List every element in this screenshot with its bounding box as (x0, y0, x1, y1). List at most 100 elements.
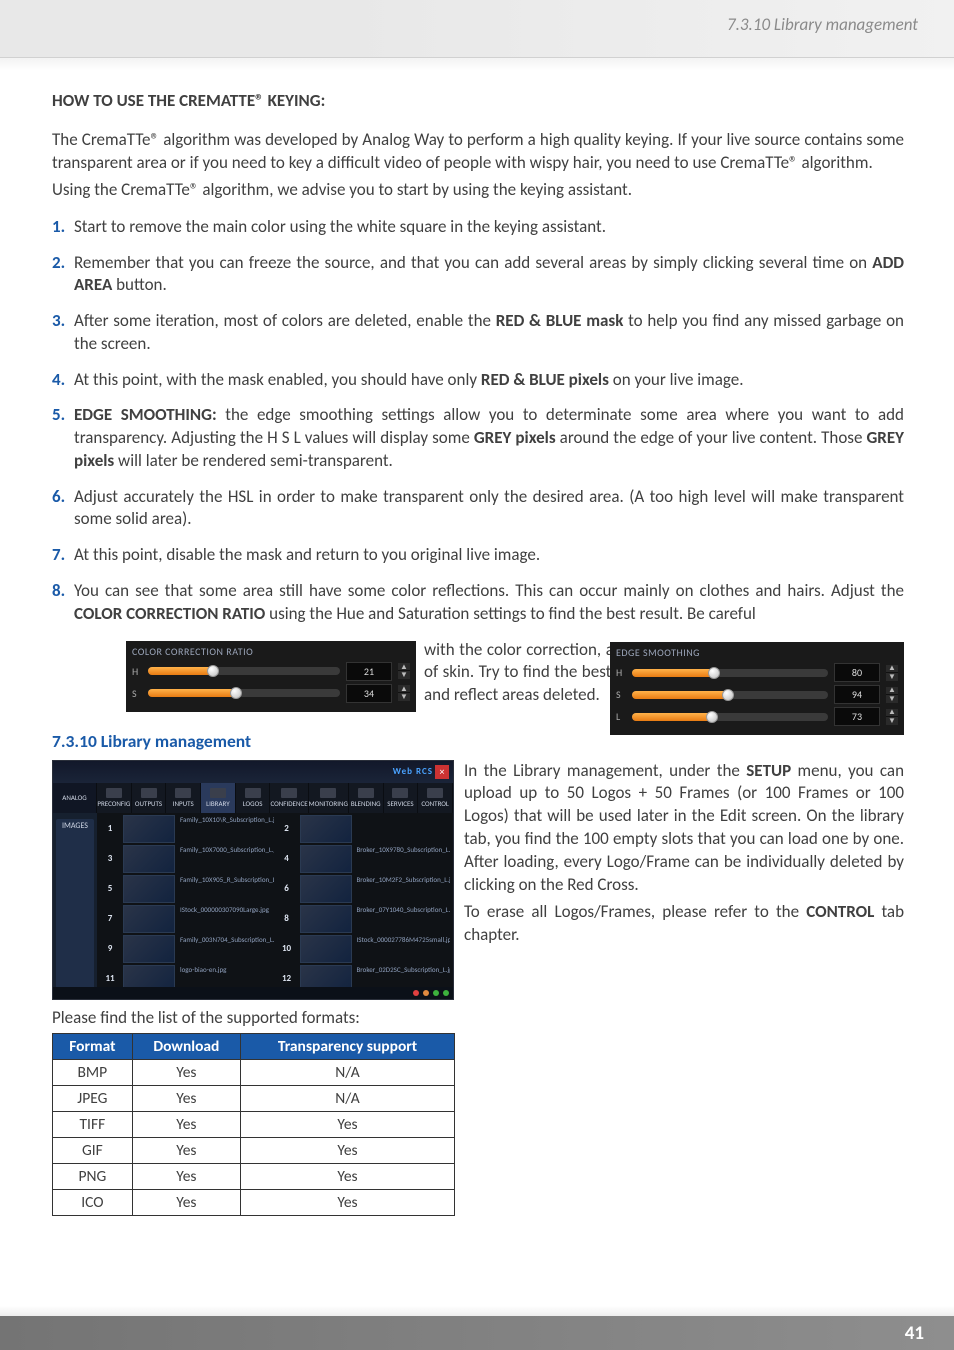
slider-track[interactable] (632, 669, 828, 677)
thumbnail-meta: Family_10X7000_Subscription_L.jpg (178, 845, 274, 873)
thumbnail[interactable] (300, 965, 352, 987)
table-cell: Yes (132, 1138, 240, 1164)
thumbnail[interactable] (123, 965, 175, 987)
slider-value[interactable]: 80 (834, 663, 880, 682)
slider-value[interactable]: 21 (346, 662, 392, 681)
stepper: ▲ ▼ (398, 663, 410, 679)
slider-row-l: L 73 ▲ ▼ (616, 707, 898, 726)
slot-number: 2 (277, 815, 297, 843)
page-number: 41 (905, 1322, 924, 1345)
stepper-down-icon[interactable]: ▼ (886, 717, 898, 725)
step-2: 2. Remember that you can freeze the sour… (52, 252, 904, 298)
text-part: In the Library management, under the (464, 760, 746, 781)
step-5: 5. EDGE SMOOTHING: the edge smoothing se… (52, 404, 904, 472)
app-tab[interactable]: LIBRARY (201, 783, 236, 813)
thumbnail[interactable] (123, 905, 175, 933)
table-cell: GIF (53, 1138, 133, 1164)
status-led-icon (443, 990, 449, 996)
step-7: 7. At this point, disable the mask and r… (52, 544, 904, 567)
thumbnail[interactable] (300, 875, 352, 903)
formats-table: Format Download Transparency support BMP… (52, 1033, 455, 1216)
slider-fill (148, 689, 236, 697)
thumbnail[interactable] (300, 935, 352, 963)
app-tab[interactable]: OUTPUTS (132, 783, 167, 813)
slider-track[interactable] (632, 713, 828, 721)
stepper: ▲ ▼ (398, 685, 410, 701)
tab-label: PRECONFIG (97, 799, 130, 808)
stepper-down-icon[interactable]: ▼ (398, 671, 410, 679)
tab-label: SERVICES (387, 799, 413, 808)
app-tab[interactable]: MONITORING (309, 783, 349, 813)
step-bold: COLOR CORRECTION RATIO (74, 603, 265, 624)
slider-thumb[interactable] (706, 711, 718, 723)
tab-icon (141, 788, 157, 798)
step-bold: GREY pixels (474, 427, 556, 448)
slider-value[interactable]: 34 (346, 684, 392, 703)
step-text-part: button. (112, 274, 167, 295)
slider-track[interactable] (148, 689, 340, 697)
app-tab[interactable]: BLENDING (349, 783, 384, 813)
app-tab[interactable]: CONTROL (418, 783, 453, 813)
step-bold: EDGE SMOOTHING: (74, 404, 217, 425)
step-text: Adjust accurately the HSL in order to ma… (74, 486, 904, 532)
step-number: 6. (52, 486, 74, 532)
tab-icon (106, 788, 122, 798)
slot-number: 10 (277, 935, 297, 963)
stepper-down-icon[interactable]: ▼ (886, 673, 898, 681)
slider-value[interactable]: 73 (834, 707, 880, 726)
slider-thumb[interactable] (230, 687, 242, 699)
slider-fill (148, 667, 213, 675)
slot-number: 3 (100, 845, 120, 873)
thumbnail-meta: IStock_000027786M4725small.jpg (355, 935, 451, 963)
table-row: TIFFYesYes (53, 1112, 455, 1138)
close-icon[interactable]: × (435, 765, 449, 779)
slider-thumb[interactable] (207, 665, 219, 677)
color-correction-ratio-panel: COLOR CORRECTION RATIO H 21 ▲ ▼ S (126, 641, 416, 712)
thumbnail[interactable] (300, 905, 352, 933)
thumbnail[interactable] (123, 935, 175, 963)
slider-thumb[interactable] (722, 689, 734, 701)
slider-track[interactable] (148, 667, 340, 675)
tab-icon (245, 788, 261, 798)
step-text-part: around the edge of your live content. Th… (556, 427, 867, 448)
app-tab[interactable]: CONFIDENCE (270, 783, 308, 813)
step-6: 6. Adjust accurately the HSL in order to… (52, 486, 904, 532)
tab-icon (392, 788, 408, 798)
tab-label: MONITORING (309, 799, 348, 808)
slider-value[interactable]: 94 (834, 685, 880, 704)
table-cell: Yes (132, 1060, 240, 1086)
app-tab[interactable]: PRECONFIG (97, 783, 132, 813)
table-cell: PNG (53, 1164, 133, 1190)
sidebar-button[interactable]: IMAGES (56, 819, 94, 999)
thumbnail[interactable] (300, 815, 352, 843)
page-header: 7.3.10 Library management (0, 0, 954, 58)
slot-number: 12 (277, 965, 297, 987)
thumbnail[interactable] (123, 815, 175, 843)
table-cell: Yes (132, 1190, 240, 1216)
slider-label: S (616, 688, 626, 701)
step-bold: RED & BLUE pixels (481, 369, 609, 390)
section-title: HOW TO USE THE CREMATTE® KEYING: (52, 90, 904, 111)
thumbnail[interactable] (123, 875, 175, 903)
stepper-down-icon[interactable]: ▼ (886, 695, 898, 703)
app-tab[interactable]: INPUTS (166, 783, 201, 813)
step-text-part: will later be rendered semi-transparent. (114, 450, 393, 471)
slider-fill (632, 713, 712, 721)
app-tab[interactable]: SERVICES (384, 783, 419, 813)
table-header: Format (53, 1034, 133, 1060)
slider-track[interactable] (632, 691, 828, 699)
stepper-down-icon[interactable]: ▼ (398, 693, 410, 701)
table-cell: Yes (241, 1190, 455, 1216)
table-row: JPEGYesN/A (53, 1086, 455, 1112)
tab-icon (427, 788, 443, 798)
app-tab[interactable]: LOGOS (236, 783, 271, 813)
thumbnail[interactable] (123, 845, 175, 873)
stepper: ▲ ▼ (886, 687, 898, 703)
step-text: At this point, with the mask enabled, yo… (74, 369, 904, 392)
step-1: 1. Start to remove the main color using … (52, 216, 904, 239)
thumbnail-meta: Broker_02D2SC_Subscription_L.jpg (355, 965, 451, 987)
thumbnail[interactable] (300, 845, 352, 873)
slider-thumb[interactable] (708, 667, 720, 679)
tab-label: OUTPUTS (135, 799, 162, 808)
panel-title: COLOR CORRECTION RATIO (132, 645, 410, 658)
